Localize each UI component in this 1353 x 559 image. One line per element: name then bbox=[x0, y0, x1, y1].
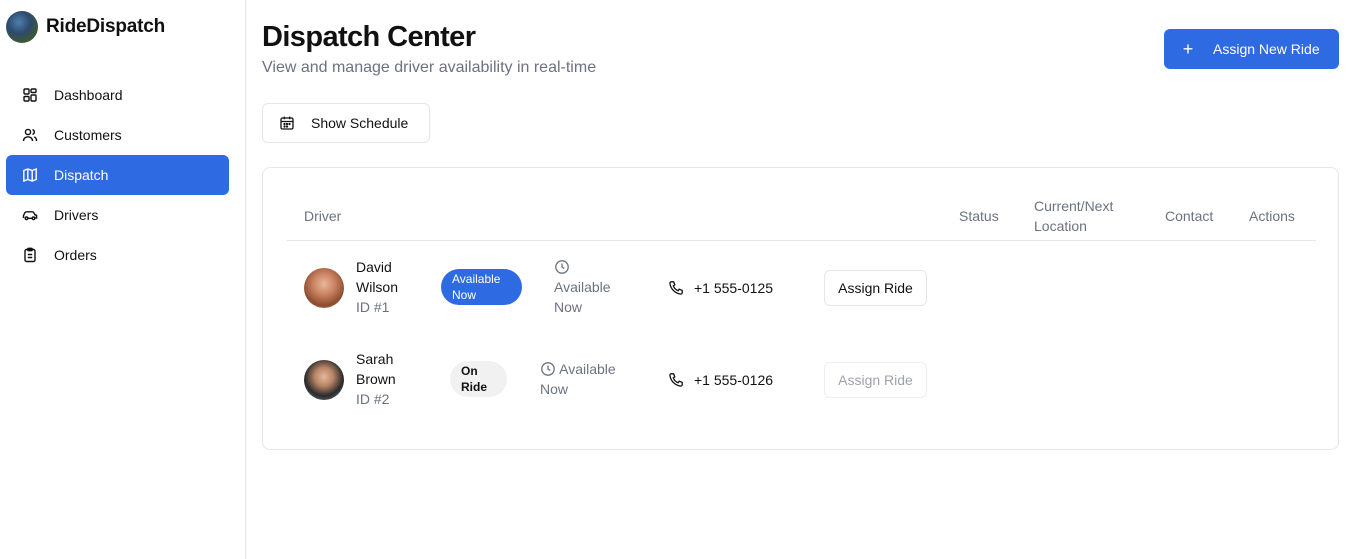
sidebar-item-label: Orders bbox=[54, 247, 97, 263]
brand[interactable]: RideDispatch bbox=[6, 11, 165, 43]
plus-icon: + bbox=[1182, 39, 1194, 59]
phone-number[interactable]: +1 555-0125 bbox=[694, 278, 773, 298]
sidebar-item-customers[interactable]: Customers bbox=[6, 115, 229, 155]
sidebar-item-dispatch[interactable]: Dispatch bbox=[6, 155, 229, 195]
sidebar-item-label: Dispatch bbox=[54, 167, 109, 183]
phone-number[interactable]: +1 555-0126 bbox=[694, 370, 773, 390]
driver-last-name: Wilson bbox=[356, 279, 399, 295]
assign-ride-button[interactable]: Assign Ride bbox=[824, 270, 927, 306]
sidebar-item-drivers[interactable]: Drivers bbox=[6, 195, 229, 235]
show-schedule-label: Show Schedule bbox=[311, 115, 409, 131]
calendar-icon bbox=[279, 115, 295, 131]
driver-first-name: David bbox=[356, 259, 392, 275]
clipboard-icon bbox=[22, 247, 38, 263]
sidebar: RideDispatch Dashboard Customers Dispatc… bbox=[0, 0, 246, 559]
avatar bbox=[304, 360, 344, 400]
sidebar-item-label: Dashboard bbox=[54, 87, 123, 103]
sidebar-item-dashboard[interactable]: Dashboard bbox=[6, 75, 229, 115]
clock-icon bbox=[555, 260, 569, 274]
table-row: Sarah Brown ID #2 On Ride Available Now … bbox=[287, 334, 1316, 426]
drivers-table-card: Driver Status Current/Next Location Cont… bbox=[262, 167, 1339, 450]
status-badge: On Ride bbox=[450, 361, 507, 397]
show-schedule-button[interactable]: Show Schedule bbox=[262, 103, 430, 143]
driver-first-name: Sarah bbox=[356, 351, 394, 367]
assign-new-ride-button[interactable]: + Assign New Ride bbox=[1164, 29, 1339, 69]
clock-icon bbox=[541, 362, 555, 376]
page-subtitle: View and manage driver availability in r… bbox=[262, 59, 597, 76]
grid-icon bbox=[22, 87, 38, 103]
column-header-driver: Driver bbox=[304, 208, 342, 224]
users-icon bbox=[22, 127, 38, 143]
column-header-status: Status bbox=[959, 208, 999, 224]
avatar bbox=[304, 268, 344, 308]
column-header-contact: Contact bbox=[1165, 208, 1214, 224]
table-header: Driver Status Current/Next Location Cont… bbox=[287, 192, 1316, 241]
brand-logo bbox=[6, 11, 38, 43]
location-cell: Available Now bbox=[554, 257, 624, 317]
table-row: David Wilson ID #1 Available Now Availab… bbox=[287, 242, 1316, 334]
location-cell: Available Now bbox=[540, 359, 635, 399]
brand-name: RideDispatch bbox=[46, 16, 166, 37]
driver-last-name: Brown bbox=[356, 371, 396, 387]
status-badge: Available Now bbox=[441, 269, 522, 305]
assign-ride-button[interactable]: Assign Ride bbox=[824, 362, 927, 398]
phone-icon bbox=[669, 373, 683, 387]
phone-icon bbox=[669, 281, 683, 295]
column-header-actions: Actions bbox=[1249, 208, 1295, 224]
driver-id: ID #2 bbox=[356, 391, 390, 407]
page-title: Dispatch Center bbox=[262, 21, 476, 53]
map-icon bbox=[22, 167, 38, 183]
sidebar-nav: Dashboard Customers Dispatch Drivers Ord… bbox=[6, 75, 229, 275]
location-text: Available Now bbox=[554, 279, 611, 315]
sidebar-item-label: Drivers bbox=[54, 207, 99, 223]
assign-new-ride-label: Assign New Ride bbox=[1213, 41, 1320, 57]
driver-id: ID #1 bbox=[356, 299, 390, 315]
sidebar-item-label: Customers bbox=[54, 127, 122, 143]
sidebar-item-orders[interactable]: Orders bbox=[6, 235, 229, 275]
car-icon bbox=[22, 207, 38, 223]
column-header-location: Current/Next Location bbox=[1034, 198, 1114, 234]
